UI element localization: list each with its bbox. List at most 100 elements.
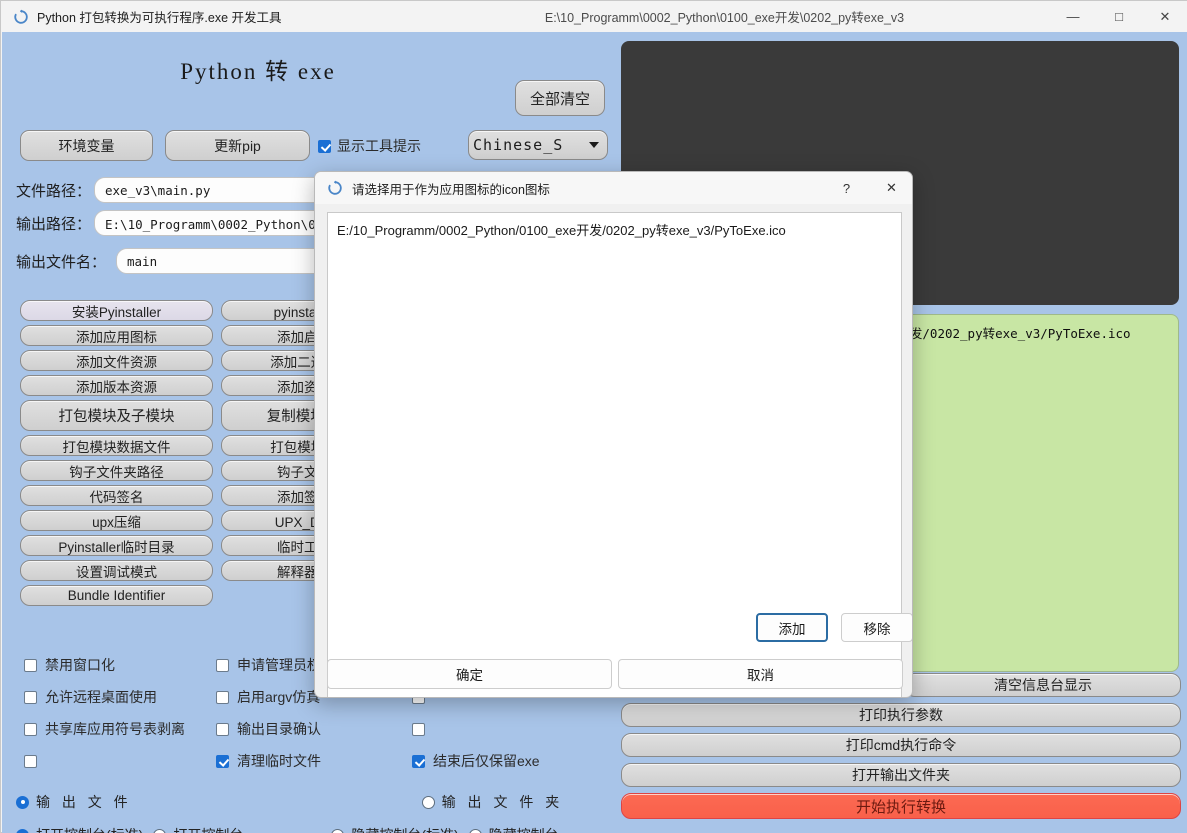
option-button-2-left[interactable]: 添加文件资源	[20, 350, 213, 371]
checkbox-box[interactable]	[24, 722, 37, 736]
checkbox-label: 结束后仅保留exe	[433, 753, 540, 769]
dialog-titlebar-left: 请选择用于作为应用图标的icon图标	[315, 179, 550, 198]
radio-0-0[interactable]: 输 出 文 件	[16, 792, 132, 812]
option-button-3-left[interactable]: 添加版本资源	[20, 375, 213, 396]
radio-1-3[interactable]: 隐藏控制台	[468, 825, 559, 833]
checkbox-1-0[interactable]: 允许远程桌面使用	[24, 687, 216, 707]
checkbox-3-2[interactable]: 结束后仅保留exe	[412, 751, 608, 771]
close-button[interactable]: ✕	[1142, 1, 1187, 32]
minimize-button[interactable]: —	[1050, 1, 1096, 32]
chevron-down-icon	[589, 142, 599, 148]
radio-label: 打开控制台	[173, 825, 243, 833]
radio-label: 输 出 文 件 夹	[441, 794, 564, 810]
checkbox-3-0[interactable]	[24, 751, 216, 771]
checkbox-2-1[interactable]: 输出目录确认	[216, 719, 412, 739]
checkbox-box[interactable]	[216, 658, 229, 672]
checkbox-2-0[interactable]: 共享库应用符号表剥离	[24, 719, 216, 739]
checkbox-box[interactable]	[412, 722, 425, 736]
window-titlebar: Python 打包转换为可执行程序.exe 开发工具 E:\10_Program…	[1, 1, 1187, 32]
radio-box[interactable]	[421, 795, 435, 809]
dialog-titlebar: 请选择用于作为应用图标的icon图标 ? ✕	[315, 172, 912, 204]
option-button-4-left[interactable]: 打包模块及子模块	[20, 400, 213, 431]
right-button-row: 打印cmd执行命令	[621, 733, 1181, 757]
checkbox-0-0[interactable]: 禁用窗口化	[24, 655, 216, 675]
checkbox-box[interactable]	[24, 754, 37, 768]
language-select[interactable]: Chinese_S	[468, 130, 608, 160]
dialog-ok-button[interactable]: 确定	[327, 659, 612, 689]
radio-row: 打开控制台(标准) 打开控制台 隐藏控制台(标准) 隐藏控制台	[16, 825, 616, 833]
update-pip-button[interactable]: 更新pip	[165, 130, 310, 161]
right-button-row: 打印执行参数	[621, 703, 1181, 727]
checkbox-box[interactable]	[318, 139, 331, 153]
checkbox-box[interactable]	[216, 754, 229, 768]
dialog-help-button[interactable]: ?	[824, 172, 869, 204]
radio-0-1[interactable]: 输 出 文 件 夹	[421, 792, 564, 812]
radio-box[interactable]	[468, 828, 482, 833]
language-value: Chinese_S	[473, 136, 564, 154]
radio-box[interactable]	[153, 828, 167, 833]
dialog-add-button[interactable]: 添加	[756, 613, 828, 642]
right-button-1[interactable]: 清空信息台显示	[905, 673, 1181, 697]
clear-all-button[interactable]: 全部清空	[515, 80, 605, 116]
radio-1-0[interactable]: 打开控制台(标准)	[16, 825, 143, 833]
radio-box[interactable]	[16, 828, 29, 833]
file-path-label: 文件路径：	[16, 182, 92, 200]
dialog-title: 请选择用于作为应用图标的icon图标	[352, 182, 550, 197]
show-tooltip-label: 显示工具提示	[337, 138, 421, 154]
radio-1-2[interactable]: 隐藏控制台(标准)	[331, 825, 459, 833]
dialog-window-controls: ? ✕	[824, 172, 912, 204]
application-window: Python 打包转换为可执行程序.exe 开发工具 E:\10_Program…	[0, 0, 1187, 833]
output-filename-label: 输出文件名：	[16, 253, 107, 271]
checkbox-2-2[interactable]	[412, 719, 608, 739]
radio-label: 打开控制台(标准)	[36, 825, 143, 833]
radio-label: 输 出 文 件	[36, 794, 132, 810]
show-tooltip-checkbox[interactable]: 显示工具提示	[318, 136, 421, 156]
option-button-5-left[interactable]: 打包模块数据文件	[20, 435, 213, 456]
output-path-label: 输出路径：	[16, 215, 92, 233]
checkbox-box[interactable]	[216, 722, 229, 736]
window-app-title: Python 打包转换为可执行程序.exe 开发工具	[37, 11, 282, 25]
option-button-10-left[interactable]: 设置调试模式	[20, 560, 213, 581]
right-button-4[interactable]: 打开输出文件夹	[621, 763, 1181, 787]
checkbox-3-1[interactable]: 清理临时文件	[216, 751, 412, 771]
checkbox-label: 禁用窗口化	[45, 657, 115, 673]
radio-label: 隐藏控制台(标准)	[351, 825, 458, 833]
checkbox-box[interactable]	[216, 690, 229, 704]
checkbox-label: 允许远程桌面使用	[45, 689, 157, 705]
right-button-2[interactable]: 打印执行参数	[621, 703, 1181, 727]
option-button-0-left[interactable]: 安装Pyinstaller	[20, 300, 213, 321]
right-button-row: 开始执行转换	[621, 793, 1181, 819]
list-item[interactable]: E:/10_Programm/0002_Python/0100_exe开发/02…	[337, 220, 892, 239]
radio-row: 输 出 文 件输 出 文 件 夹	[16, 792, 616, 812]
icon-picker-dialog: 请选择用于作为应用图标的icon图标 ? ✕ E:/10_Programm/00…	[314, 171, 913, 698]
radio-1-1[interactable]: 打开控制台	[153, 825, 243, 833]
option-button-11-left[interactable]: Bundle Identifier	[20, 585, 213, 606]
right-button-5[interactable]: 开始执行转换	[621, 793, 1181, 819]
option-button-9-left[interactable]: Pyinstaller临时目录	[20, 535, 213, 556]
refresh-spinner-icon	[327, 180, 343, 196]
dialog-remove-button[interactable]: 移除	[841, 613, 912, 642]
checkbox-box[interactable]	[24, 690, 37, 704]
checkbox-label: 清理临时文件	[237, 753, 321, 769]
window-controls: — □ ✕	[1050, 1, 1187, 32]
checkbox-box[interactable]	[24, 658, 37, 672]
right-button-row: 打开输出文件夹	[621, 763, 1181, 787]
radio-box[interactable]	[16, 795, 29, 809]
option-button-8-left[interactable]: upx压缩	[20, 510, 213, 531]
option-button-1-left[interactable]: 添加应用图标	[20, 325, 213, 346]
checkbox-label: 启用argv仿真	[237, 689, 321, 705]
right-button-3[interactable]: 打印cmd执行命令	[621, 733, 1181, 757]
option-checkbox-row: 共享库应用符号表剥离 输出目录确认	[24, 719, 624, 739]
titlebar-left: Python 打包转换为可执行程序.exe 开发工具	[1, 7, 391, 26]
environment-variable-button[interactable]: 环境变量	[20, 130, 153, 161]
radio-box[interactable]	[331, 828, 345, 833]
checkbox-label: 共享库应用符号表剥离	[45, 721, 185, 737]
checkbox-box[interactable]	[412, 754, 425, 768]
option-button-6-left[interactable]: 钩子文件夹路径	[20, 460, 213, 481]
option-button-7-left[interactable]: 代码签名	[20, 485, 213, 506]
checkbox-label: 输出目录确认	[237, 721, 321, 737]
maximize-button[interactable]: □	[1096, 1, 1142, 32]
dialog-cancel-button[interactable]: 取消	[618, 659, 903, 689]
output-mode-radio-grid: 输 出 文 件 输 出 文 件 夹打开控制台(标准) 打开控制台 隐藏控制台(标准) 隐…	[16, 792, 616, 833]
dialog-close-button[interactable]: ✕	[869, 172, 912, 204]
